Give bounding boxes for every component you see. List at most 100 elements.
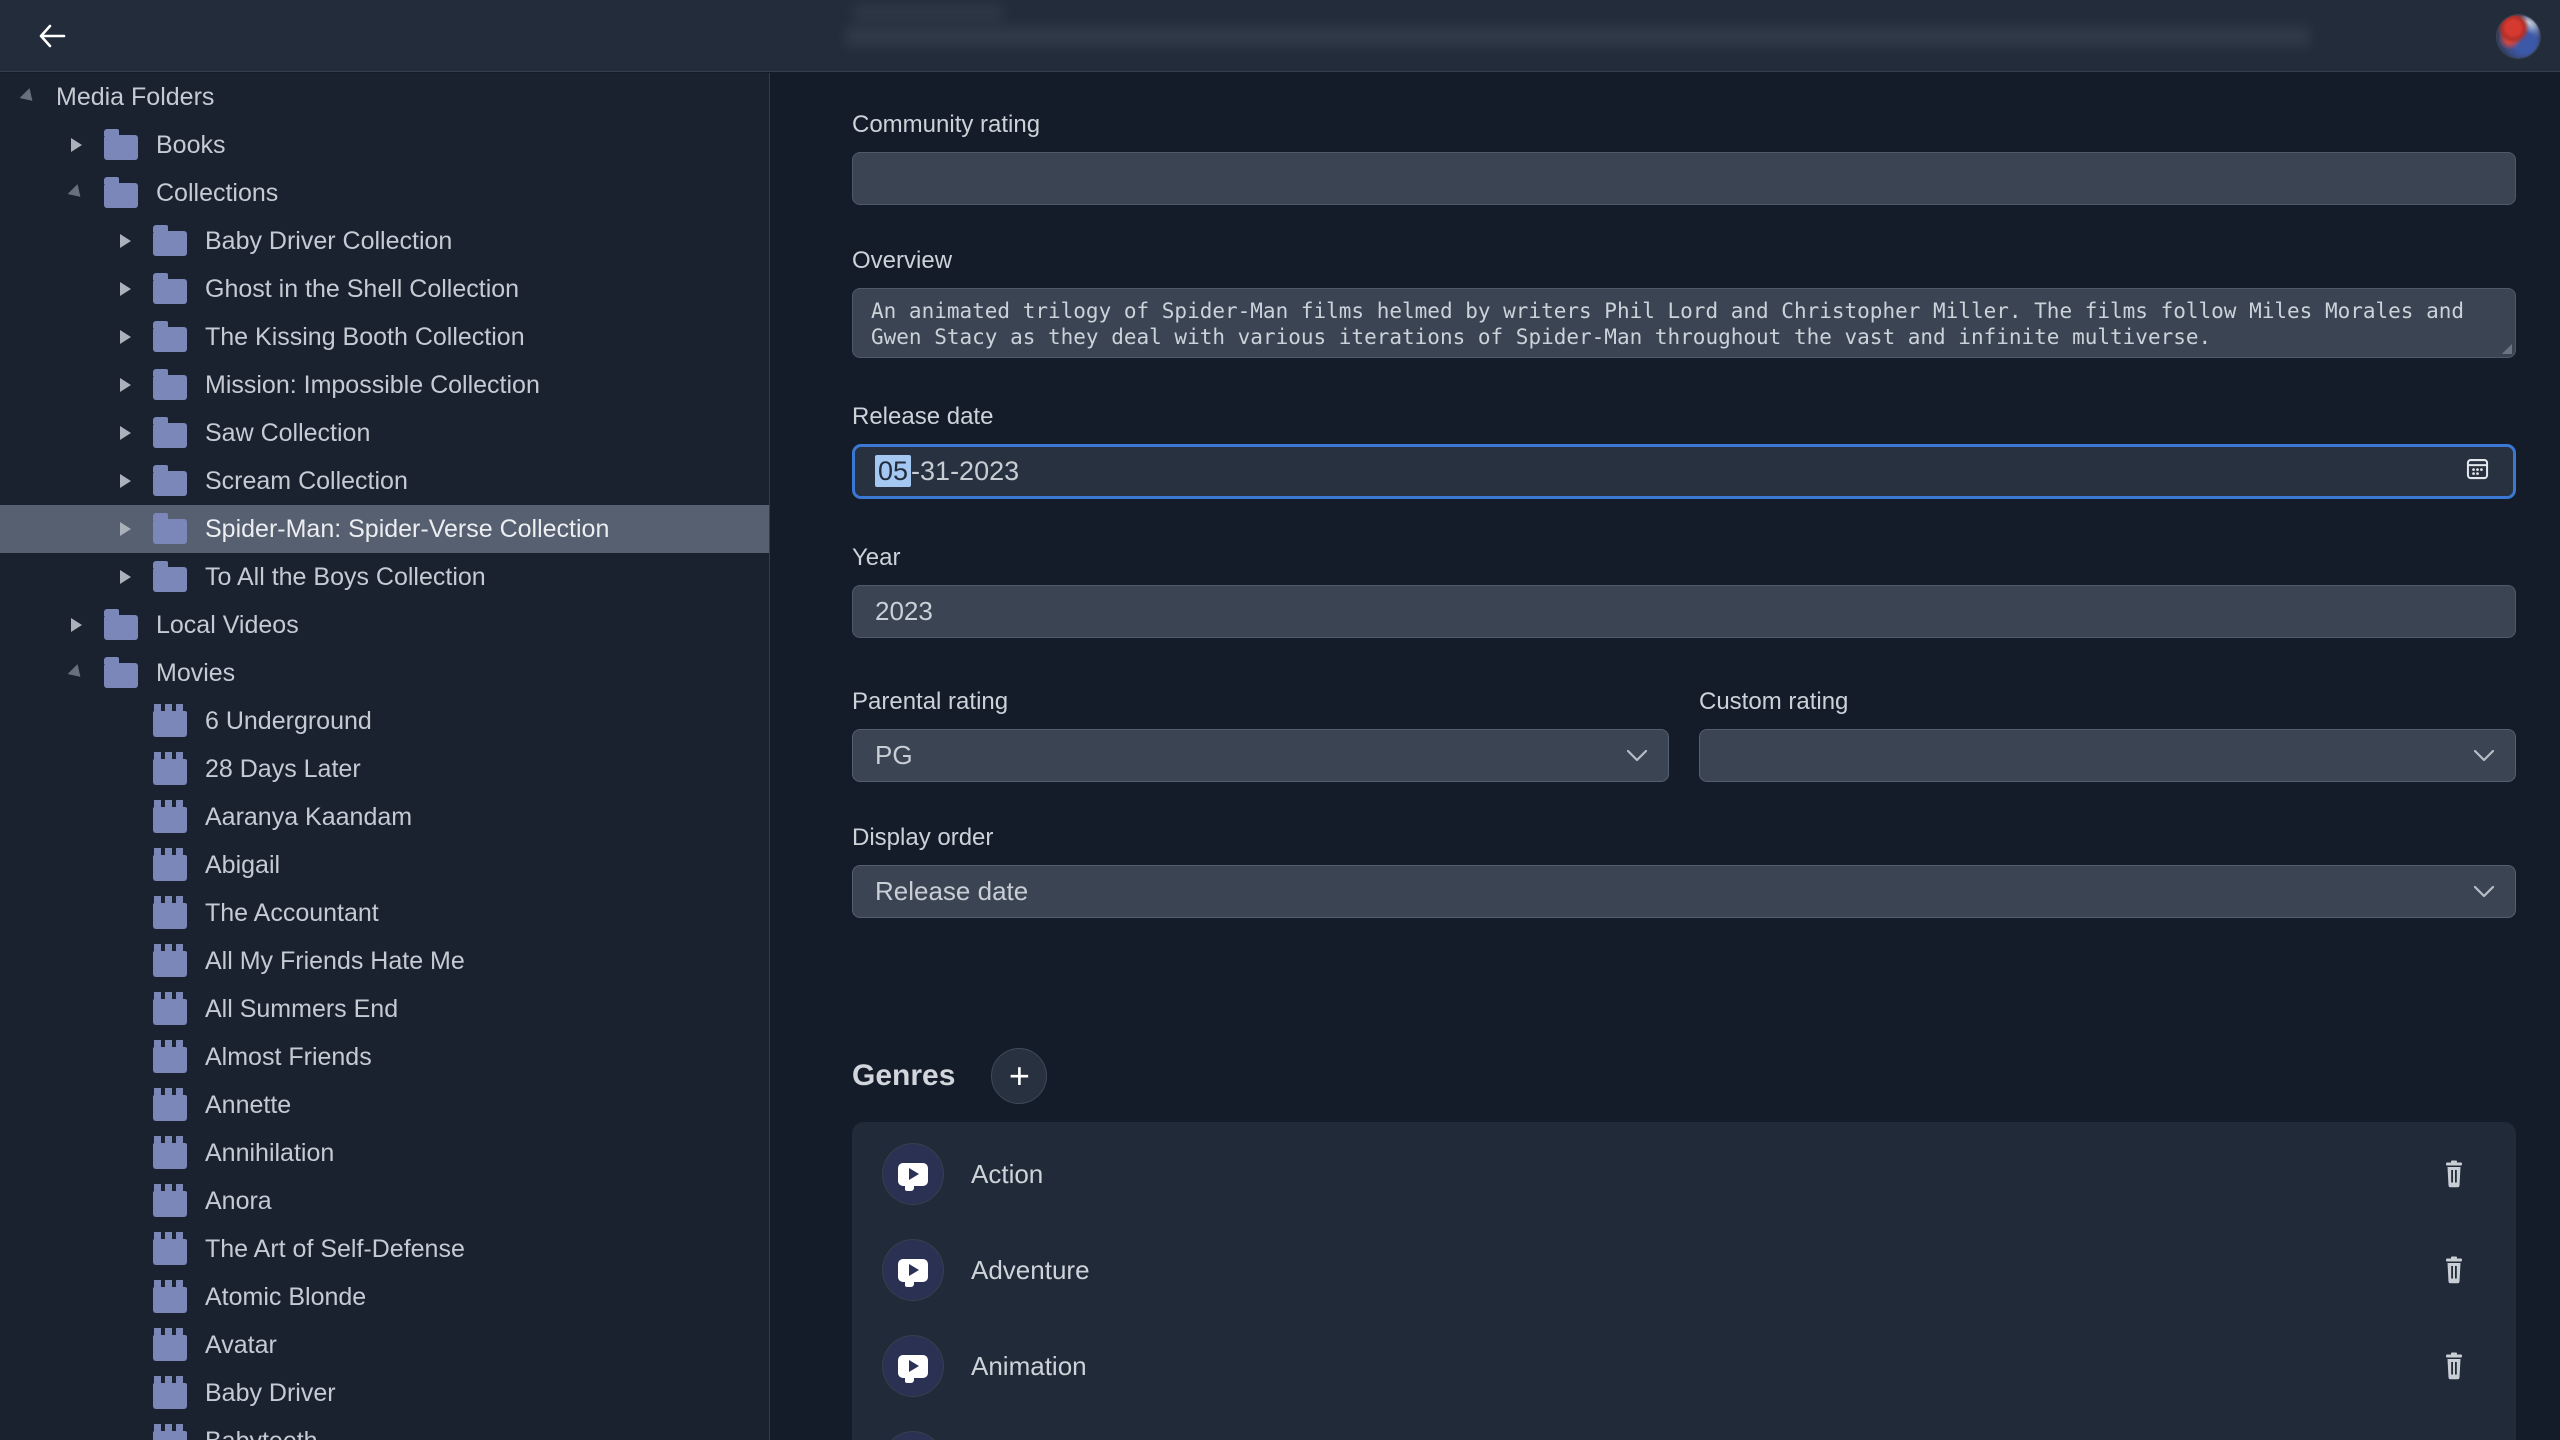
delete-genre-button[interactable] [2442, 1256, 2466, 1284]
calendar-icon[interactable] [2464, 455, 2491, 489]
genre-row-animation: Animation [852, 1318, 2516, 1414]
date-selected-segment: 05 [875, 455, 911, 487]
tree-item-avatar[interactable]: Avatar [0, 1321, 769, 1369]
caret-icon [119, 1337, 133, 1353]
community-rating-label: Community rating [852, 111, 2516, 139]
caret-icon[interactable] [119, 521, 133, 537]
tree-item-aaranya-kaandam[interactable]: Aaranya Kaandam [0, 793, 769, 841]
caret-icon [119, 905, 133, 921]
tree-item-movies[interactable]: Movies [0, 649, 769, 697]
scrolled-content-blur [845, 26, 2310, 47]
caret-icon[interactable] [70, 137, 84, 153]
video-play-icon [898, 1163, 928, 1186]
caret-icon [119, 713, 133, 729]
year-input[interactable]: 2023 [852, 585, 2516, 638]
add-genre-button[interactable]: + [991, 1048, 1047, 1104]
tree-item-baby-driver-collection[interactable]: Baby Driver Collection [0, 217, 769, 265]
tree-item-mission-impossible-collection[interactable]: Mission: Impossible Collection [0, 361, 769, 409]
caret-icon [119, 1145, 133, 1161]
folder-icon [153, 327, 187, 352]
delete-genre-button[interactable] [2442, 1160, 2466, 1188]
tree-item-28-days-later[interactable]: 28 Days Later [0, 745, 769, 793]
parental-rating-select[interactable]: PG [852, 729, 1669, 782]
movie-icon [153, 1287, 187, 1313]
tree-item-label: Books [156, 131, 225, 160]
genres-header: Genres + [852, 1048, 2516, 1104]
parental-rating-field: Parental rating PG [852, 688, 1669, 782]
genre-row-action: Action [852, 1126, 2516, 1222]
caret-icon[interactable] [119, 377, 133, 393]
chevron-down-icon [1626, 749, 1648, 763]
tree-item-babyteeth[interactable]: Babyteeth [0, 1417, 769, 1440]
tree-item-spider-man-spider-verse-collection[interactable]: Spider-Man: Spider-Verse Collection [0, 505, 769, 553]
caret-icon [119, 1097, 133, 1113]
movie-icon [153, 1383, 187, 1409]
tree-item-label: Anora [205, 1187, 272, 1216]
tree-item-books[interactable]: Books [0, 121, 769, 169]
caret-icon[interactable] [70, 617, 84, 633]
tree-item-label: 6 Underground [205, 707, 372, 736]
tree-item-label: 28 Days Later [205, 755, 361, 784]
caret-icon[interactable] [119, 425, 133, 441]
caret-icon[interactable] [119, 233, 133, 249]
display-order-select[interactable]: Release date [852, 865, 2516, 918]
tree-item-almost-friends[interactable]: Almost Friends [0, 1033, 769, 1081]
tree-item-6-underground[interactable]: 6 Underground [0, 697, 769, 745]
tree-item-label: Mission: Impossible Collection [205, 371, 540, 400]
tree-item-label: Saw Collection [205, 419, 370, 448]
tree-item-all-summers-end[interactable]: All Summers End [0, 985, 769, 1033]
caret-icon[interactable] [119, 329, 133, 345]
tree-item-ghost-in-the-shell-collection[interactable]: Ghost in the Shell Collection [0, 265, 769, 313]
caret-icon[interactable] [119, 473, 133, 489]
arrow-left-icon [37, 23, 67, 49]
tree-item-collections[interactable]: Collections [0, 169, 769, 217]
genre-avatar [883, 1144, 943, 1204]
caret-icon[interactable] [22, 89, 36, 105]
caret-icon [119, 1001, 133, 1017]
tree-item-label: The Kissing Booth Collection [205, 323, 525, 352]
tree-item-annette[interactable]: Annette [0, 1081, 769, 1129]
tree-item-annihilation[interactable]: Annihilation [0, 1129, 769, 1177]
tree-item-the-accountant[interactable]: The Accountant [0, 889, 769, 937]
tree-item-label: Atomic Blonde [205, 1283, 366, 1312]
movie-icon [153, 999, 187, 1025]
tree-item-atomic-blonde[interactable]: Atomic Blonde [0, 1273, 769, 1321]
tree-item-media-folders[interactable]: Media Folders [0, 73, 769, 121]
overview-textarea[interactable]: An animated trilogy of Spider-Man films … [852, 288, 2516, 358]
tree-item-baby-driver[interactable]: Baby Driver [0, 1369, 769, 1417]
movie-icon [153, 855, 187, 881]
tree-item-the-kissing-booth-collection[interactable]: The Kissing Booth Collection [0, 313, 769, 361]
release-date-input[interactable]: 05-31-2023 [852, 444, 2516, 499]
caret-icon [119, 1241, 133, 1257]
tree-item-label: Aaranya Kaandam [205, 803, 412, 832]
movie-icon [153, 711, 187, 737]
metadata-editor: Community rating Overview An animated tr… [771, 73, 2560, 1440]
genre-row-adventure: Adventure [852, 1222, 2516, 1318]
tree-item-label: Annette [205, 1091, 291, 1120]
folder-icon [104, 615, 138, 640]
community-rating-field: Community rating [852, 111, 2516, 205]
caret-icon[interactable] [119, 569, 133, 585]
caret-icon[interactable] [70, 185, 84, 201]
tree-item-scream-collection[interactable]: Scream Collection [0, 457, 769, 505]
tree-item-label: Ghost in the Shell Collection [205, 275, 519, 304]
tree-item-local-videos[interactable]: Local Videos [0, 601, 769, 649]
back-button[interactable] [32, 20, 72, 52]
chevron-down-icon [2473, 749, 2495, 763]
tree-item-the-art-of-self-defense[interactable]: The Art of Self-Defense [0, 1225, 769, 1273]
tree-item-anora[interactable]: Anora [0, 1177, 769, 1225]
tree-item-to-all-the-boys-collection[interactable]: To All the Boys Collection [0, 553, 769, 601]
trash-icon [2442, 1352, 2466, 1380]
tree-item-abigail[interactable]: Abigail [0, 841, 769, 889]
user-avatar[interactable] [2497, 15, 2540, 58]
community-rating-input[interactable] [852, 152, 2516, 205]
caret-icon[interactable] [70, 665, 84, 681]
caret-icon[interactable] [119, 281, 133, 297]
tree-item-label: Baby Driver Collection [205, 227, 452, 256]
custom-rating-select[interactable] [1699, 729, 2516, 782]
tree-item-label: Baby Driver [205, 1379, 336, 1408]
tree-item-saw-collection[interactable]: Saw Collection [0, 409, 769, 457]
tree-item-all-my-friends-hate-me[interactable]: All My Friends Hate Me [0, 937, 769, 985]
delete-genre-button[interactable] [2442, 1352, 2466, 1380]
tree-item-label: The Accountant [205, 899, 379, 928]
